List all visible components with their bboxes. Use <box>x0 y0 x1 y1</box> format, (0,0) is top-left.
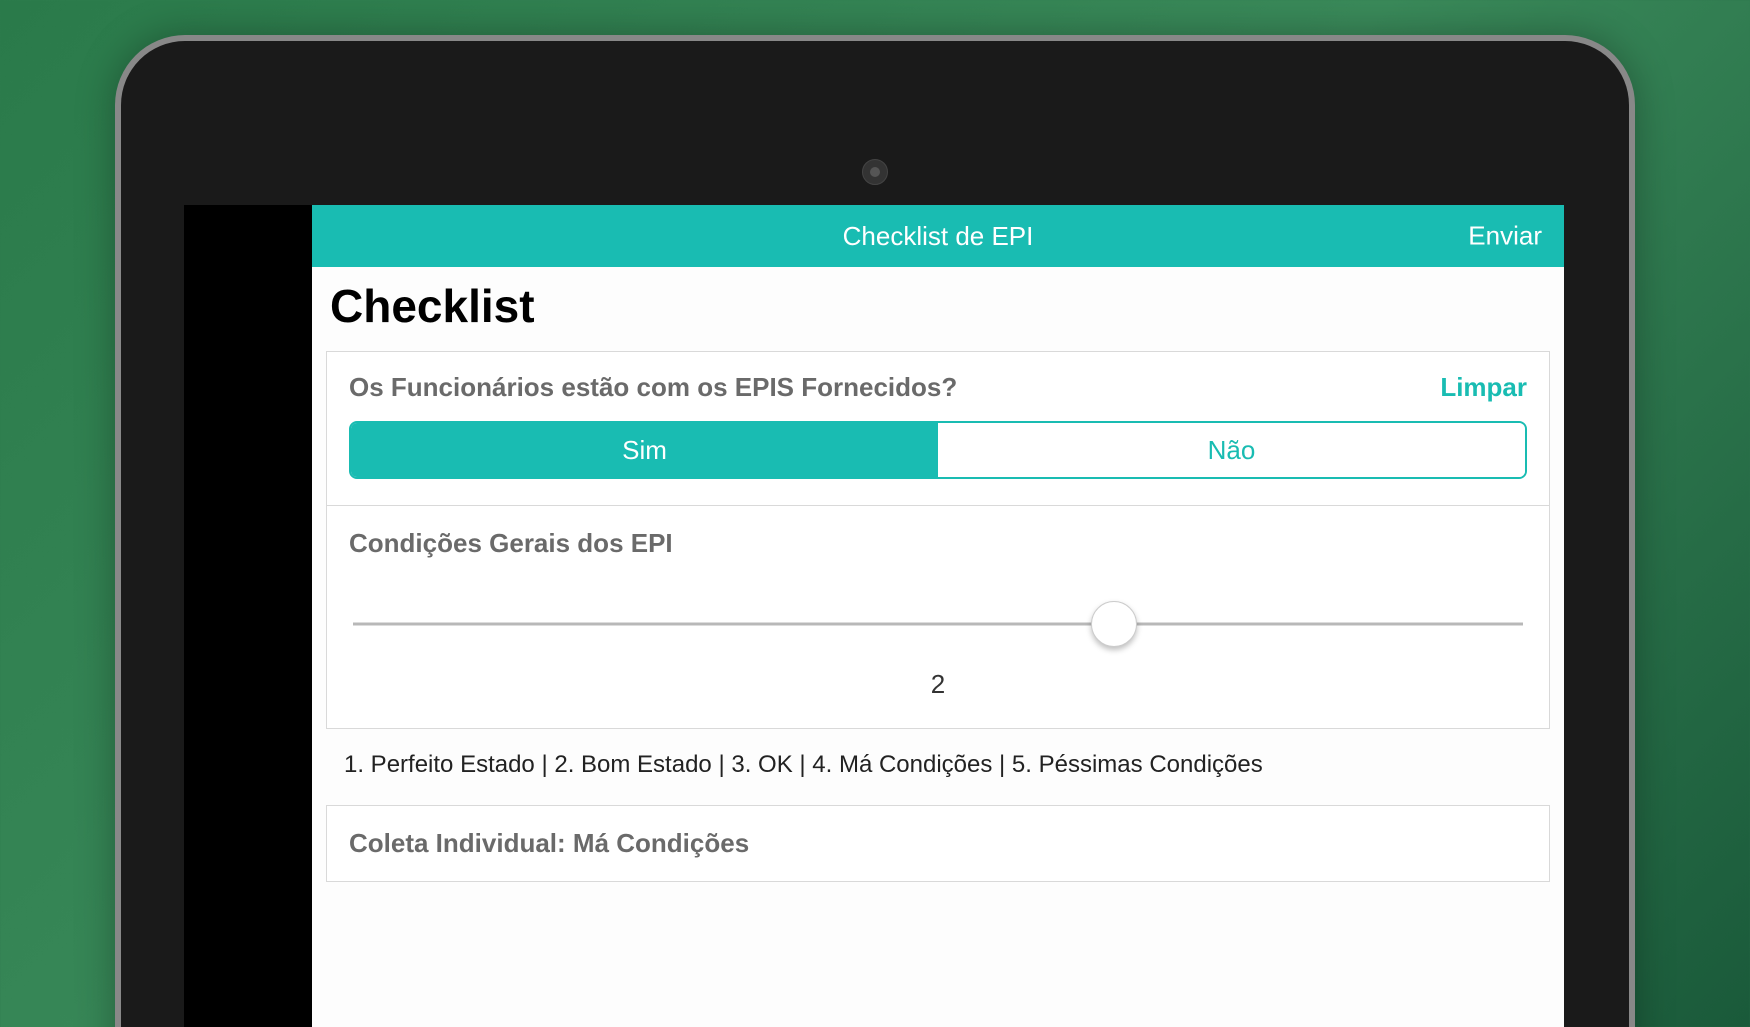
app-viewport: Checklist de EPI Enviar Checklist Os Fun… <box>312 205 1564 1027</box>
question-label: Coleta Individual: Má Condições <box>349 828 1527 859</box>
question-coleta-individual: Coleta Individual: Má Condições <box>326 805 1550 882</box>
submit-button[interactable]: Enviar <box>1468 221 1542 252</box>
option-nao[interactable]: Não <box>938 423 1525 477</box>
question-epis-fornecidos: Os Funcionários estão com os EPIS Fornec… <box>326 351 1550 506</box>
slider-value: 2 <box>349 669 1527 700</box>
camera-icon <box>862 159 888 185</box>
app-header: Checklist de EPI Enviar <box>312 205 1564 267</box>
slider[interactable] <box>353 599 1523 649</box>
form-content: Os Funcionários estão com os EPIS Fornec… <box>312 351 1564 882</box>
segmented-control: Sim Não <box>349 421 1527 479</box>
page-title: Checklist <box>312 267 1564 351</box>
question-condicoes-gerais: Condições Gerais dos EPI 2 <box>326 506 1550 729</box>
tablet-screen: Checklist de EPI Enviar Checklist Os Fun… <box>184 205 1564 1027</box>
slider-track <box>353 623 1523 626</box>
clear-button[interactable]: Limpar <box>1440 372 1527 403</box>
question-label: Os Funcionários estão com os EPIS Fornec… <box>349 372 957 403</box>
header-title: Checklist de EPI <box>843 221 1034 252</box>
question-label: Condições Gerais dos EPI <box>349 528 1527 559</box>
slider-thumb[interactable] <box>1091 601 1137 647</box>
option-sim[interactable]: Sim <box>351 423 938 477</box>
question-header: Os Funcionários estão com os EPIS Fornec… <box>349 372 1527 403</box>
scale-legend: 1. Perfeito Estado | 2. Bom Estado | 3. … <box>326 729 1550 805</box>
